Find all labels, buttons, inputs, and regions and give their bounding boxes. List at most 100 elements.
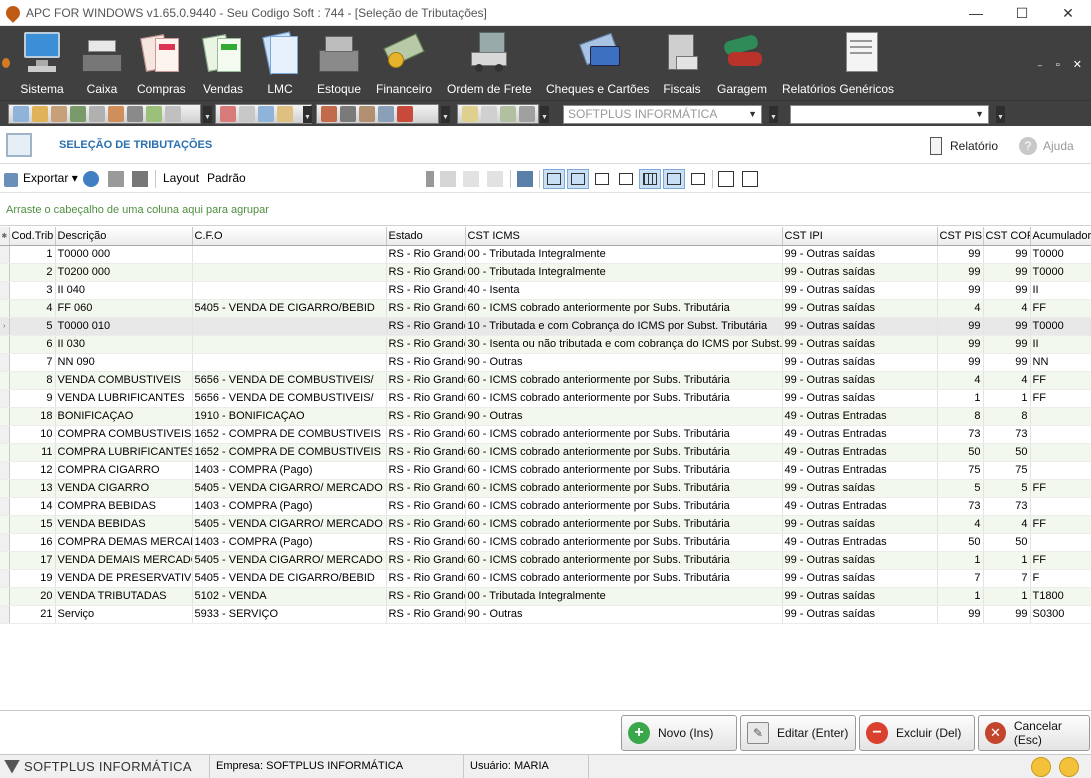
row-indicator[interactable] — [0, 281, 10, 300]
table-cell[interactable]: 99 — [937, 245, 984, 264]
table-cell[interactable]: 5405 - VENDA DE CIGARRO/BEBID — [192, 299, 387, 318]
table-cell[interactable] — [192, 335, 387, 354]
quick-group-1-dropdown[interactable]: ▼ — [203, 106, 212, 123]
table-cell[interactable]: 49 - Outras Entradas — [782, 407, 938, 426]
column-header[interactable]: CST COF — [983, 227, 1031, 246]
new-button[interactable]: + Novo (Ins) — [621, 715, 737, 751]
table-cell[interactable]: 99 — [983, 605, 1031, 624]
column-header[interactable]: Estado — [386, 227, 466, 246]
table-cell[interactable]: 60 - ICMS cobrado anteriormente por Subs… — [465, 569, 783, 588]
table-cell[interactable]: 99 - Outras saídas — [782, 281, 938, 300]
row-indicator[interactable] — [0, 443, 10, 462]
table-cell[interactable]: 00 - Tributada Integralmente — [465, 263, 783, 282]
cancel-button[interactable]: ✕ Cancelar (Esc) — [978, 715, 1090, 751]
table-cell[interactable]: 99 — [937, 353, 984, 372]
table-cell[interactable]: 60 - ICMS cobrado anteriormente por Subs… — [465, 461, 783, 480]
auto-width-toggle[interactable] — [663, 169, 685, 189]
table-cell[interactable]: 50 — [937, 443, 984, 462]
neutral-face-icon[interactable] — [1059, 757, 1079, 777]
quick-group-2-dropdown[interactable]: ▼ — [303, 106, 312, 123]
table-row[interactable]: 9 VENDA LUBRIFICANTES 5656 - VENDA DE COMB… — [0, 389, 1091, 408]
table-cell[interactable] — [192, 317, 387, 336]
table-cell[interactable]: 4 — [983, 515, 1031, 534]
table-cell[interactable]: 4 — [937, 299, 984, 318]
ribbon-vendas[interactable]: Vendas — [201, 30, 245, 98]
secondary-select-dropdown[interactable]: ▼ — [996, 106, 1005, 123]
table-row[interactable]: › 5 T0000 010 RS - Rio Grande 10 - Tributada… — [0, 317, 1091, 336]
table-cell[interactable]: 99 - Outras saídas — [782, 335, 938, 354]
table-cell[interactable]: 99 — [937, 263, 984, 282]
table-cell[interactable]: 4 — [983, 299, 1031, 318]
table-cell[interactable]: 5405 - VENDA CIGARRO/ MERCADO — [192, 479, 387, 498]
table-cell[interactable]: 10 — [9, 425, 56, 444]
table-cell[interactable]: FF — [1030, 515, 1091, 534]
table-cell[interactable]: 14 — [9, 497, 56, 516]
table-cell[interactable]: S0300 — [1030, 605, 1091, 624]
collapse-all-icon[interactable] — [742, 171, 758, 187]
table-cell[interactable]: 5405 - VENDA DE CIGARRO/BEBID — [192, 569, 387, 588]
table-cell[interactable]: 8 — [937, 407, 984, 426]
table-cell[interactable]: II 040 — [55, 281, 193, 300]
table-cell[interactable]: 90 - Outras — [465, 605, 783, 624]
table-cell[interactable]: 1910 - BONIFICAÇAO — [192, 407, 387, 426]
table-cell[interactable]: 99 — [937, 605, 984, 624]
table-cell[interactable]: 50 — [983, 443, 1031, 462]
table-cell[interactable]: 60 - ICMS cobrado anteriormente por Subs… — [465, 515, 783, 534]
table-row[interactable]: 13 VENDA CIGARRO 5405 - VENDA CIGARRO/ MER… — [0, 479, 1091, 498]
row-indicator[interactable] — [0, 389, 10, 408]
table-cell[interactable]: 3 — [9, 281, 56, 300]
table-cell[interactable]: NN — [1030, 353, 1091, 372]
table-row[interactable]: 15 VENDA BEBIDAS 5405 - VENDA CIGARRO/ MER… — [0, 515, 1091, 534]
quick-group-4-dropdown[interactable]: ▼ — [540, 106, 549, 123]
quick-tool-icon[interactable] — [108, 106, 124, 122]
quick-tool-icon[interactable] — [340, 106, 356, 122]
table-cell[interactable]: 6 — [9, 335, 56, 354]
table-cell[interactable] — [1030, 443, 1091, 462]
table-cell[interactable]: 1652 - COMPRA DE COMBUSTIVEIS — [192, 443, 387, 462]
ribbon-caixa[interactable]: Caixa — [80, 30, 124, 98]
quick-tool-icon[interactable] — [277, 106, 293, 122]
table-cell[interactable]: 99 — [937, 281, 984, 300]
table-cell[interactable]: 99 - Outras saídas — [782, 371, 938, 390]
table-cell[interactable]: 5 — [983, 479, 1031, 498]
table-cell[interactable]: 60 - ICMS cobrado anteriormente por Subs… — [465, 443, 783, 462]
table-cell[interactable]: 73 — [983, 425, 1031, 444]
table-cell[interactable]: BONIFICAÇAO — [55, 407, 193, 426]
table-cell[interactable]: 60 - ICMS cobrado anteriormente por Subs… — [465, 497, 783, 516]
row-indicator[interactable] — [0, 479, 10, 498]
table-row[interactable]: 8 VENDA COMBUSTIVEIS 5656 - VENDA DE COMBU… — [0, 371, 1091, 390]
table-row[interactable]: 17VENDA DEMAIS MERCADOR5405 - VENDA CIGA… — [0, 551, 1091, 570]
table-cell[interactable]: 1403 - COMPRA (Pago) — [192, 533, 387, 552]
ribbon-financeiro[interactable]: Financeiro — [376, 30, 432, 98]
table-cell[interactable]: 4 — [937, 515, 984, 534]
table-cell[interactable]: 49 - Outras Entradas — [782, 443, 938, 462]
table-cell[interactable]: 13 — [9, 479, 56, 498]
table-cell[interactable]: COMPRA COMBUSTIVEIS — [55, 425, 193, 444]
table-cell[interactable]: 60 - ICMS cobrado anteriormente por Subs… — [465, 551, 783, 570]
table-cell[interactable]: RS - Rio Grande — [386, 533, 466, 552]
table-cell[interactable] — [192, 353, 387, 372]
row-indicator[interactable] — [0, 497, 10, 516]
row-indicator[interactable] — [0, 569, 10, 588]
table-row[interactable]: 16 COMPRA DEMAS MERCADO 1403 - COMPRA (Pag… — [0, 533, 1091, 552]
row-indicator[interactable] — [0, 263, 10, 282]
table-cell[interactable]: 2 — [9, 263, 56, 282]
table-cell[interactable]: 16 — [9, 533, 56, 552]
layout-dropdown-icon[interactable] — [426, 171, 434, 187]
quick-tool-icon[interactable] — [462, 106, 478, 122]
column-header[interactable]: Acumulador — [1030, 227, 1091, 246]
columns-chooser-icon[interactable] — [517, 171, 533, 187]
table-cell[interactable]: 99 - Outras saídas — [782, 263, 938, 282]
quick-tool-icon[interactable] — [70, 106, 86, 122]
table-cell[interactable]: II 030 — [55, 335, 193, 354]
quick-tool-icon[interactable] — [500, 106, 516, 122]
table-cell[interactable]: RS - Rio Grande — [386, 443, 466, 462]
table-cell[interactable]: 19 — [9, 569, 56, 588]
table-cell[interactable]: 5102 - VENDA — [192, 587, 387, 606]
table-cell[interactable]: RS - Rio Grande — [386, 407, 466, 426]
table-cell[interactable]: FF 060 — [55, 299, 193, 318]
table-row[interactable]: 20 VENDA TRIBUTADAS 5102 - VENDA RS - Rio G… — [0, 587, 1091, 606]
row-indicator[interactable] — [0, 407, 10, 426]
ribbon-fiscais[interactable]: Fiscais — [660, 30, 704, 98]
row-indicator[interactable] — [0, 461, 10, 480]
